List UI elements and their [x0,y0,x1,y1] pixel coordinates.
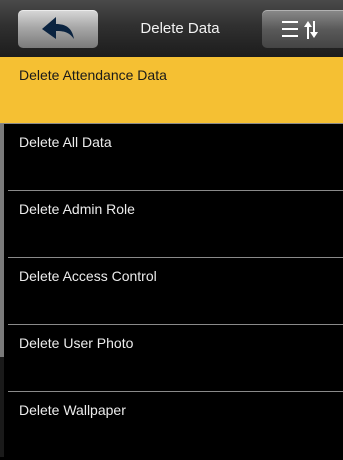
menu-item-label: Delete Wallpaper [19,402,126,418]
menu-item-label: Delete User Photo [19,335,134,351]
header-bar: Delete Data [0,0,343,57]
sort-menu-icon [282,21,318,39]
menu-item-delete-wallpaper[interactable]: Delete Wallpaper [8,392,343,459]
menu-item-label: Delete Access Control [19,268,157,284]
menu-item-delete-access-control[interactable]: Delete Access Control [8,258,343,325]
menu-list: Delete Attendance Data Delete All Data D… [0,57,343,460]
menu-item-delete-user-photo[interactable]: Delete User Photo [8,325,343,392]
menu-item-label: Delete Attendance Data [19,67,167,83]
back-arrow-icon [42,17,74,39]
menu-item-delete-admin-role[interactable]: Delete Admin Role [8,191,343,258]
menu-item-label: Delete All Data [19,134,112,150]
menu-item-delete-all-data[interactable]: Delete All Data [8,124,343,191]
sort-menu-button[interactable] [262,10,343,48]
delete-data-screen: Delete Data Delete Attendance Data Delet… [0,0,343,460]
back-button[interactable] [18,10,98,48]
page-title: Delete Data [140,20,220,37]
menu-item-delete-attendance-data[interactable]: Delete Attendance Data [0,57,343,124]
menu-item-label: Delete Admin Role [19,201,135,217]
